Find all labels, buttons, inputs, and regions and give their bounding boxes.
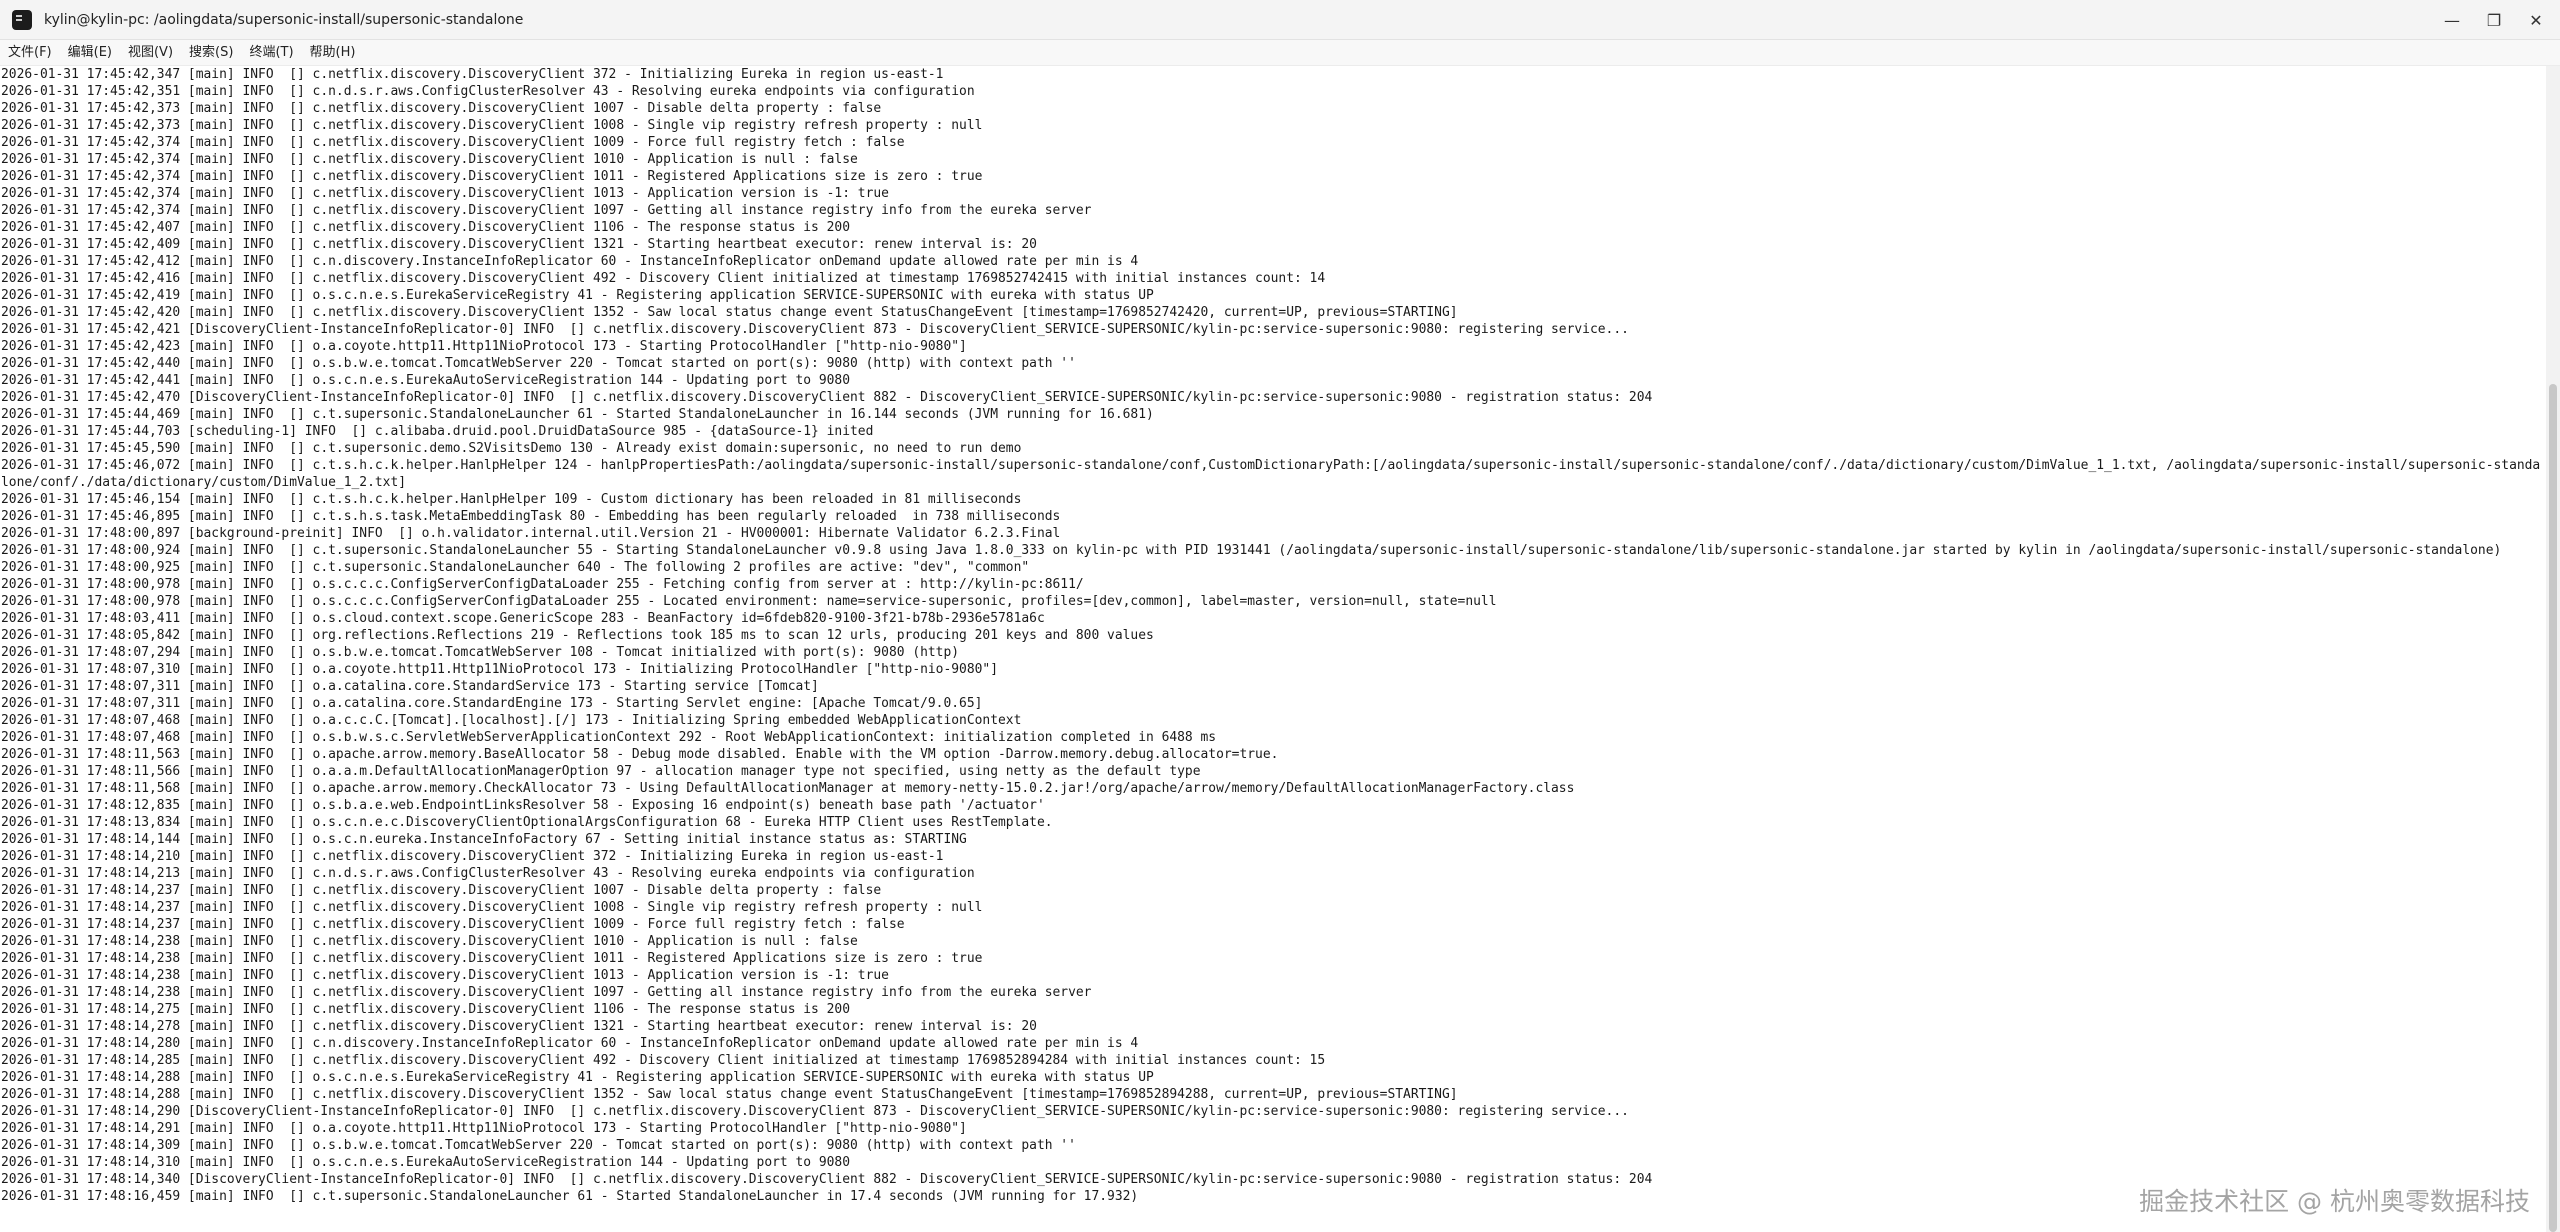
minimize-button[interactable]: — [2434, 0, 2470, 40]
log-line: 2026-01-31 17:48:00,924 [main] INFO [] c… [1, 543, 2502, 558]
log-line: 2026-01-31 17:48:07,310 [main] INFO [] o… [1, 662, 998, 677]
log-line: 2026-01-31 17:48:14,237 [main] INFO [] c… [1, 900, 983, 915]
log-line: 2026-01-31 17:45:42,347 [main] INFO [] c… [1, 67, 944, 82]
log-line: 2026-01-31 17:48:14,291 [main] INFO [] o… [1, 1121, 967, 1136]
log-line: 2026-01-31 17:45:45,590 [main] INFO [] c… [1, 441, 1022, 456]
log-text: 2026-01-31 17:45:42,347 [main] INFO [] c… [0, 66, 2546, 1205]
log-line: 2026-01-31 17:45:42,440 [main] INFO [] o… [1, 356, 1076, 371]
menu-terminal[interactable]: 终端(T) [241, 40, 301, 66]
log-line: 2026-01-31 17:48:07,468 [main] INFO [] o… [1, 730, 1217, 745]
log-line: 2026-01-31 17:48:14,238 [main] INFO [] c… [1, 985, 1092, 1000]
log-line: 2026-01-31 17:48:14,290 [DiscoveryClient… [1, 1104, 1629, 1119]
log-line: 2026-01-31 17:45:46,072 [main] INFO [] c… [1, 458, 2541, 490]
log-line: 2026-01-31 17:48:14,310 [main] INFO [] o… [1, 1155, 851, 1170]
scrollbar-thumb[interactable] [2549, 384, 2557, 1232]
log-line: 2026-01-31 17:48:14,213 [main] INFO [] c… [1, 866, 975, 881]
menu-view[interactable]: 视图(V) [120, 40, 181, 66]
menu-bar: 文件(F) 编辑(E) 视图(V) 搜索(S) 终端(T) 帮助(H) [0, 40, 2560, 66]
watermark: 掘金技术社区 @ 杭州奥零数据科技 [2139, 1187, 2530, 1216]
log-line: 2026-01-31 17:48:12,835 [main] INFO [] o… [1, 798, 1045, 813]
log-line: 2026-01-31 17:45:42,351 [main] INFO [] c… [1, 84, 975, 99]
log-line: 2026-01-31 17:48:14,238 [main] INFO [] c… [1, 968, 889, 983]
log-line: 2026-01-31 17:48:03,411 [main] INFO [] o… [1, 611, 1045, 626]
terminal-app-icon [12, 9, 32, 30]
log-line: 2026-01-31 17:45:42,470 [DiscoveryClient… [1, 390, 1653, 405]
log-line: 2026-01-31 17:45:42,374 [main] INFO [] c… [1, 135, 905, 150]
log-line: 2026-01-31 17:45:42,441 [main] INFO [] o… [1, 373, 851, 388]
log-line: 2026-01-31 17:45:42,416 [main] INFO [] c… [1, 271, 1326, 286]
log-line: 2026-01-31 17:48:14,238 [main] INFO [] c… [1, 951, 983, 966]
vertical-scrollbar[interactable] [2546, 66, 2560, 1232]
log-line: 2026-01-31 17:48:00,897 [background-prei… [1, 526, 1061, 541]
log-line: 2026-01-31 17:48:07,311 [main] INFO [] o… [1, 696, 983, 711]
terminal-output[interactable]: 2026-01-31 17:45:42,347 [main] INFO [] c… [0, 66, 2546, 1232]
menu-file[interactable]: 文件(F) [0, 40, 60, 66]
window-titlebar[interactable]: kylin@kylin-pc: /aolingdata/supersonic-i… [0, 0, 2560, 40]
log-line: 2026-01-31 17:45:42,407 [main] INFO [] c… [1, 220, 851, 235]
log-line: 2026-01-31 17:48:14,285 [main] INFO [] c… [1, 1053, 1326, 1068]
log-line: 2026-01-31 17:48:14,275 [main] INFO [] c… [1, 1002, 851, 1017]
log-line: 2026-01-31 17:48:11,568 [main] INFO [] o… [1, 781, 1575, 796]
log-line: 2026-01-31 17:45:42,423 [main] INFO [] o… [1, 339, 967, 354]
log-line: 2026-01-31 17:48:05,842 [main] INFO [] o… [1, 628, 1154, 643]
log-line: 2026-01-31 17:45:42,419 [main] INFO [] o… [1, 288, 1154, 303]
maximize-button[interactable]: ❐ [2476, 0, 2512, 40]
log-line: 2026-01-31 17:45:42,374 [main] INFO [] c… [1, 186, 889, 201]
log-line: 2026-01-31 17:45:46,154 [main] INFO [] c… [1, 492, 1022, 507]
log-line: 2026-01-31 17:48:00,925 [main] INFO [] c… [1, 560, 1030, 575]
menu-edit[interactable]: 编辑(E) [60, 40, 120, 66]
log-line: 2026-01-31 17:45:42,412 [main] INFO [] c… [1, 254, 1139, 269]
log-line: 2026-01-31 17:48:00,978 [main] INFO [] o… [1, 577, 1084, 592]
log-line: 2026-01-31 17:45:42,409 [main] INFO [] c… [1, 237, 1037, 252]
log-line: 2026-01-31 17:48:14,210 [main] INFO [] c… [1, 849, 944, 864]
log-line: 2026-01-31 17:45:42,374 [main] INFO [] c… [1, 203, 1092, 218]
window-controls: — ❐ ✕ [2434, 0, 2560, 40]
log-line: 2026-01-31 17:45:42,373 [main] INFO [] c… [1, 118, 983, 133]
log-line: 2026-01-31 17:48:14,237 [main] INFO [] c… [1, 883, 882, 898]
log-line: 2026-01-31 17:48:14,288 [main] INFO [] o… [1, 1070, 1154, 1085]
log-line: 2026-01-31 17:45:44,469 [main] INFO [] c… [1, 407, 1154, 422]
menu-search[interactable]: 搜索(S) [181, 40, 241, 66]
log-line: 2026-01-31 17:45:42,374 [main] INFO [] c… [1, 152, 858, 167]
log-line: 2026-01-31 17:48:11,566 [main] INFO [] o… [1, 764, 1201, 779]
menu-help[interactable]: 帮助(H) [302, 40, 364, 66]
log-line: 2026-01-31 17:48:14,280 [main] INFO [] c… [1, 1036, 1139, 1051]
log-line: 2026-01-31 17:45:46,895 [main] INFO [] c… [1, 509, 1061, 524]
log-line: 2026-01-31 17:48:11,563 [main] INFO [] o… [1, 747, 1279, 762]
window-title: kylin@kylin-pc: /aolingdata/supersonic-i… [44, 11, 524, 28]
log-line: 2026-01-31 17:48:14,144 [main] INFO [] o… [1, 832, 967, 847]
log-line: 2026-01-31 17:45:42,421 [DiscoveryClient… [1, 322, 1629, 337]
log-line: 2026-01-31 17:48:14,238 [main] INFO [] c… [1, 934, 858, 949]
log-line: 2026-01-31 17:45:42,374 [main] INFO [] c… [1, 169, 983, 184]
log-line: 2026-01-31 17:48:14,278 [main] INFO [] c… [1, 1019, 1037, 1034]
log-line: 2026-01-31 17:48:07,294 [main] INFO [] o… [1, 645, 960, 660]
log-line: 2026-01-31 17:48:14,237 [main] INFO [] c… [1, 917, 905, 932]
log-line: 2026-01-31 17:48:14,288 [main] INFO [] c… [1, 1087, 1458, 1102]
log-line: 2026-01-31 17:45:42,420 [main] INFO [] c… [1, 305, 1458, 320]
close-button[interactable]: ✕ [2518, 0, 2554, 40]
log-line: 2026-01-31 17:48:13,834 [main] INFO [] o… [1, 815, 1053, 830]
log-line: 2026-01-31 17:45:44,703 [scheduling-1] I… [1, 424, 874, 439]
log-line: 2026-01-31 17:48:07,311 [main] INFO [] o… [1, 679, 819, 694]
log-line: 2026-01-31 17:45:42,373 [main] INFO [] c… [1, 101, 882, 116]
log-line: 2026-01-31 17:48:14,309 [main] INFO [] o… [1, 1138, 1076, 1153]
log-line: 2026-01-31 17:48:00,978 [main] INFO [] o… [1, 594, 1497, 609]
log-line: 2026-01-31 17:48:07,468 [main] INFO [] o… [1, 713, 1022, 728]
